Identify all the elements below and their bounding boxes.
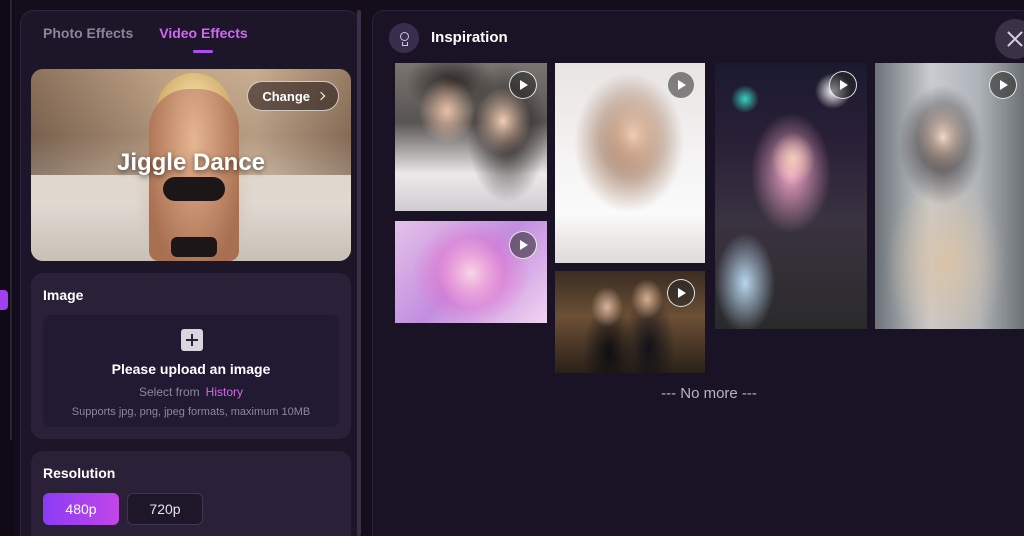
tab-photo-effects[interactable]: Photo Effects <box>43 25 133 53</box>
resolution-720p-button[interactable]: 720p <box>127 493 203 525</box>
resolution-options: 480p 720p <box>43 493 203 525</box>
left-edge-scrollbar[interactable] <box>10 0 12 440</box>
inspiration-video-thumb[interactable] <box>555 63 705 263</box>
inspiration-title: Inspiration <box>431 29 508 46</box>
no-more-footer: --- No more --- <box>661 385 757 402</box>
change-effect-button[interactable]: Change <box>247 81 339 111</box>
effect-title: Jiggle Dance <box>116 149 266 176</box>
inspiration-video-thumb[interactable] <box>395 63 547 211</box>
effects-tabs: Photo Effects Video Effects <box>43 25 248 53</box>
plus-icon <box>181 329 203 351</box>
resolution-480p-button[interactable]: 480p <box>43 493 119 525</box>
play-icon[interactable] <box>667 71 695 99</box>
tab-video-effects[interactable]: Video Effects <box>159 25 247 53</box>
preview-figure-bottom <box>171 237 217 257</box>
play-icon[interactable] <box>509 71 537 99</box>
select-from-label: Select from <box>138 385 200 399</box>
change-button-label: Change <box>262 88 310 104</box>
history-link[interactable]: History <box>206 385 243 399</box>
close-button[interactable] <box>995 19 1024 59</box>
image-upload-dropzone[interactable]: Please upload an image Select from Histor… <box>43 315 339 427</box>
effects-panel: Photo Effects Video Effects Jiggle Dance… <box>20 10 360 536</box>
preview-figure-top <box>163 177 225 201</box>
inspiration-video-thumb[interactable] <box>395 221 547 323</box>
image-section-title: Image <box>43 287 84 303</box>
inspiration-panel: Inspiration --- No more --- <box>372 10 1024 536</box>
play-icon[interactable] <box>989 71 1017 99</box>
image-section: Image Please upload an image Select from… <box>31 273 351 439</box>
inspiration-video-thumb[interactable] <box>715 63 867 329</box>
resolution-section-title: Resolution <box>43 465 116 481</box>
lightbulb-icon <box>389 23 419 53</box>
effect-preview-card[interactable]: Jiggle Dance Change <box>31 69 351 261</box>
inspiration-video-thumb[interactable] <box>555 271 705 373</box>
close-icon <box>1007 31 1023 47</box>
inspiration-video-thumb[interactable] <box>875 63 1024 329</box>
chevron-right-icon <box>316 91 326 101</box>
side-collapse-tab[interactable] <box>0 290 8 310</box>
play-icon[interactable] <box>509 231 537 259</box>
resolution-section: Resolution 480p 720p <box>31 451 351 536</box>
panel-resize-handle[interactable] <box>357 10 361 536</box>
play-icon[interactable] <box>829 71 857 99</box>
play-icon[interactable] <box>667 279 695 307</box>
upload-select-row: Select from History <box>43 385 339 399</box>
upload-formats-hint: Supports jpg, png, jpeg formats, maximum… <box>71 406 311 418</box>
upload-title: Please upload an image <box>111 361 271 377</box>
